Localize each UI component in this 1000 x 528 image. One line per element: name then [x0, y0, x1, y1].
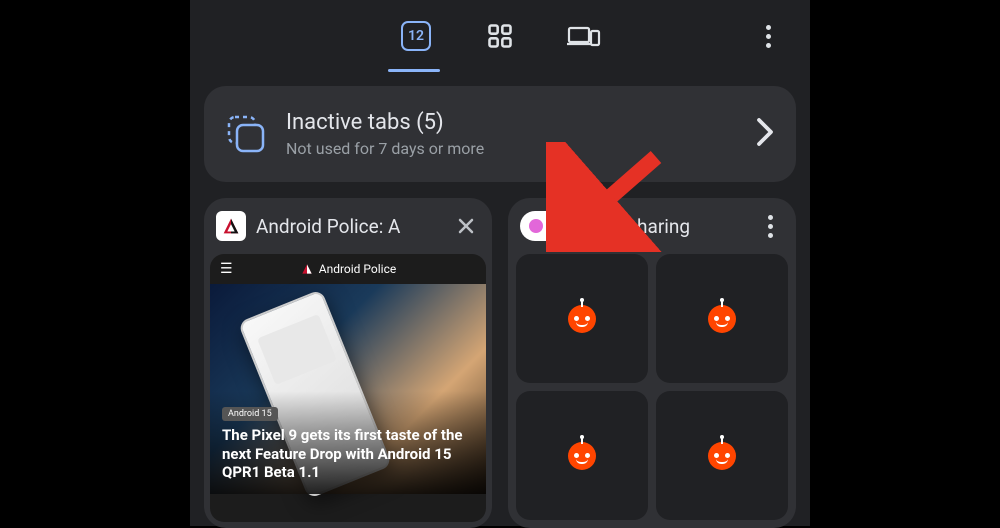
inactive-tabs-subtitle: Not used for 7 days or more [286, 139, 736, 158]
close-icon [456, 216, 476, 236]
group-tab-preview[interactable] [656, 254, 788, 383]
tab-groups-button[interactable] [478, 14, 522, 58]
reddit-icon [568, 442, 596, 470]
tabs-mode-button[interactable]: 12 [394, 14, 438, 58]
group-tabs-preview [508, 254, 796, 528]
close-tab-button[interactable] [452, 212, 480, 240]
shared-group-indicator[interactable] [520, 211, 576, 241]
article-headline: The Pixel 9 gets its first taste of the … [222, 426, 474, 482]
chevron-right-icon [756, 117, 774, 151]
android-police-logo-icon [220, 215, 242, 237]
group-color-dot [529, 219, 543, 233]
active-tab-underline [388, 69, 440, 72]
overflow-menu-button[interactable] [746, 14, 790, 58]
tab-card[interactable]: Android Police: A ☰ Android Police Andr [204, 198, 492, 528]
tab-count-badge: 12 [401, 21, 431, 51]
people-icon [547, 218, 567, 234]
group-tab-preview[interactable] [516, 254, 648, 383]
article-hero-image: Android 15 The Pixel 9 gets its first ta… [210, 284, 486, 494]
site-logo: Android Police [300, 262, 397, 276]
tab-switcher-screen: 12 [190, 0, 810, 526]
tab-header: Android Police: A [204, 198, 492, 254]
devices-icon [567, 22, 601, 50]
tab-thumbnail: ☰ Android Police Android 15 The Pixel 9 … [210, 254, 486, 522]
inactive-tabs-card[interactable]: Inactive tabs (5) Not used for 7 days or… [204, 86, 796, 182]
group-tab-preview[interactable] [656, 391, 788, 520]
reddit-icon [708, 442, 736, 470]
synced-devices-button[interactable] [562, 14, 606, 58]
inactive-tabs-icon [226, 114, 266, 154]
hamburger-icon: ☰ [220, 261, 233, 277]
tab-favicon [216, 211, 246, 241]
more-vert-icon [766, 25, 771, 48]
tab-group-title: Test sharing [586, 215, 746, 238]
tab-group-card[interactable]: Test sharing [508, 198, 796, 528]
more-vert-icon [768, 215, 773, 238]
tab-header: Test sharing [508, 198, 796, 254]
open-tabs-grid: Android Police: A ☰ Android Police Andr [190, 182, 810, 528]
reddit-icon [708, 305, 736, 333]
article-category-badge: Android 15 [222, 407, 278, 421]
tab-group-menu-button[interactable] [756, 212, 784, 240]
group-tab-preview[interactable] [516, 391, 648, 520]
tab-title: Android Police: A [256, 215, 442, 238]
reddit-icon [568, 305, 596, 333]
grid-icon [486, 22, 514, 50]
top-toolbar: 12 [190, 0, 810, 72]
inactive-tabs-title: Inactive tabs (5) [286, 110, 736, 135]
